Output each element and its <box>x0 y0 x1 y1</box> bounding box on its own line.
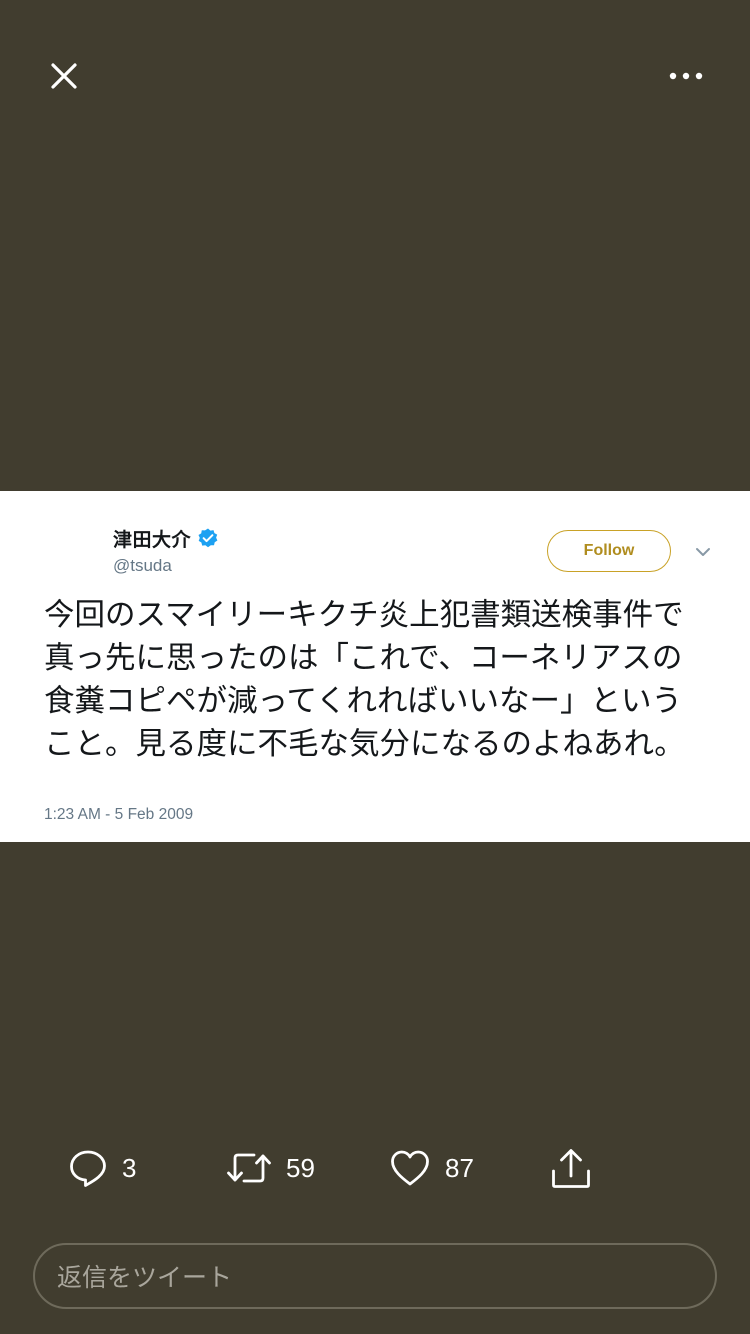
verified-badge-icon <box>197 527 219 549</box>
heart-icon <box>391 1150 429 1186</box>
top-bar <box>0 0 750 150</box>
like-button[interactable]: 87 <box>389 1140 474 1196</box>
tweet-text: 今回のスマイリーキクチ炎上犯書類送検事件で真っ先に思ったのは「これで、コーネリア… <box>44 598 685 762</box>
like-count: 87 <box>445 1152 474 1183</box>
share-button[interactable] <box>550 1140 592 1196</box>
reply-button[interactable]: 3 <box>68 1140 136 1196</box>
avatar[interactable] <box>44 522 100 578</box>
reply-icon <box>70 1150 106 1187</box>
more-options-button[interactable] <box>662 56 710 96</box>
chevron-down-icon <box>696 548 710 556</box>
reply-input[interactable]: 返信をツイート <box>33 1243 717 1309</box>
reply-count: 3 <box>122 1152 137 1183</box>
retweet-button[interactable]: 59 <box>226 1140 315 1196</box>
author-handle[interactable]: @tsuda <box>113 556 172 576</box>
follow-button[interactable]: Follow <box>547 530 671 572</box>
retweet-icon <box>227 1153 271 1183</box>
tweet-actions-bar: 3 59 87 <box>0 1140 750 1196</box>
retweet-count: 59 <box>286 1152 315 1183</box>
share-icon <box>552 1149 590 1188</box>
tweet-menu-button[interactable] <box>690 540 716 564</box>
close-icon <box>51 63 77 89</box>
close-button[interactable] <box>44 56 84 96</box>
more-icon <box>669 72 703 80</box>
tweet-timestamp[interactable]: 1:23 AM - 5 Feb 2009 <box>44 806 193 824</box>
reply-placeholder: 返信をツイート <box>57 1263 233 1292</box>
author-display-name: 津田大介 <box>113 528 192 551</box>
author-name-row[interactable]: 津田大介 <box>113 524 219 552</box>
